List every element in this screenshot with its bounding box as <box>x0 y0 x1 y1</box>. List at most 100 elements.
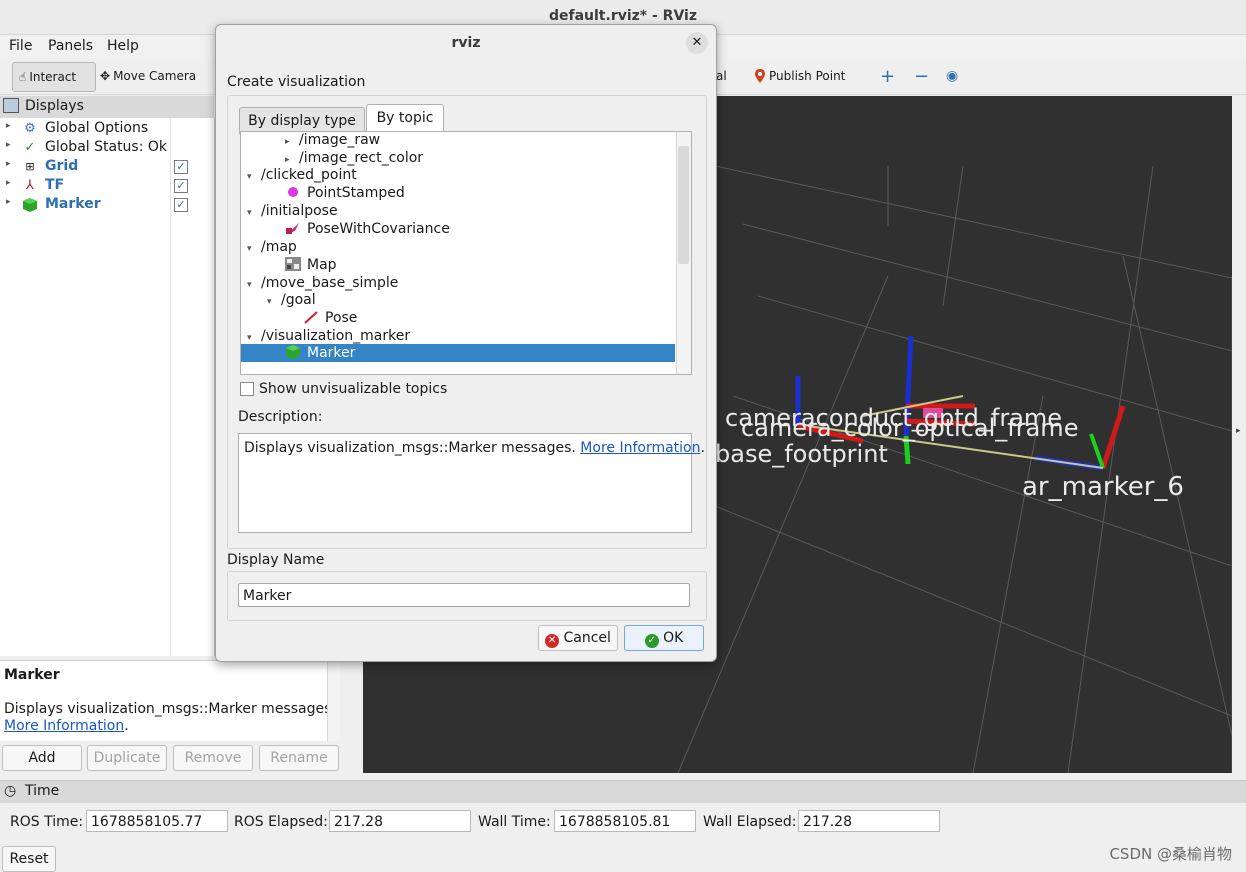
ok-label: OK <box>663 630 684 646</box>
ros-time-field[interactable]: 1678858105.77 <box>86 810 228 832</box>
cube-icon <box>22 197 38 213</box>
point-icon <box>285 185 301 199</box>
reset-button[interactable]: Reset <box>2 846 56 872</box>
close-icon[interactable]: ✕ <box>686 32 708 54</box>
show-unvisualizable-label: Show unvisualizable topics <box>259 381 448 397</box>
marker-enabled-checkbox[interactable]: ✓ <box>174 198 188 212</box>
gear-icon: ⚙ <box>24 121 36 136</box>
watermark-text: CSDN @桑榆肖物 <box>1109 845 1232 863</box>
remove-button[interactable]: Remove <box>173 745 253 771</box>
expand-icon[interactable]: ▸ <box>6 140 11 150</box>
ok-button[interactable]: ✓ OK <box>624 625 704 651</box>
topic-label: /move_base_simple <box>261 275 399 291</box>
display-name-label: Display Name <box>227 552 325 568</box>
topic-node-image-rect-color[interactable]: ▸/image_rect_color <box>285 150 423 168</box>
expand-icon[interactable]: ▸ <box>285 155 299 165</box>
tab-by-display-type[interactable]: By display type <box>239 107 365 134</box>
topic-node-map[interactable]: ▾/map <box>247 239 297 257</box>
plus-icon[interactable]: + <box>880 62 895 90</box>
topic-node-goal[interactable]: ▾/goal <box>267 292 316 310</box>
expand-icon[interactable]: ▸ <box>6 197 11 207</box>
grid-enabled-checkbox[interactable]: ✓ <box>174 160 188 174</box>
goal-label: al <box>716 69 727 83</box>
display-item-global-status[interactable]: ▸ ✓ Global Status: Ok <box>0 139 214 158</box>
collapse-icon[interactable]: ▾ <box>247 333 261 343</box>
expand-icon[interactable]: ▸ <box>6 121 11 131</box>
display-name-input[interactable]: Marker <box>238 583 690 607</box>
expand-icon[interactable]: ▸ <box>6 159 11 169</box>
topic-node-move-base-simple[interactable]: ▾/move_base_simple <box>247 275 398 293</box>
display-node-marker-selected[interactable]: Marker <box>285 345 355 363</box>
collapse-icon[interactable]: ▾ <box>267 297 281 307</box>
description-scrollbar[interactable] <box>327 661 340 741</box>
display-item-label: Grid <box>45 158 79 174</box>
description-box: Displays visualization_msgs::Marker mess… <box>238 433 705 533</box>
rename-button[interactable]: Rename <box>259 745 339 771</box>
topic-node-clicked-point[interactable]: ▾/clicked_point <box>247 167 357 185</box>
ros-elapsed-field[interactable]: 217.28 <box>329 810 471 832</box>
display-item-label: Marker <box>45 196 101 212</box>
scrollbar-thumb[interactable] <box>678 146 689 264</box>
collapse-icon[interactable]: ▾ <box>247 280 261 290</box>
topic-node-visualization-marker[interactable]: ▾/visualization_marker <box>247 328 410 346</box>
clock-icon: ◷ <box>4 783 17 799</box>
display-item-marker[interactable]: ▸ Marker ✓ <box>0 196 214 215</box>
ros-time-label: ROS Time: <box>10 814 84 830</box>
wall-time-label: Wall Time: <box>478 814 551 830</box>
topic-node-image-raw[interactable]: ▸/image_raw <box>285 132 380 150</box>
checkmark-icon: ✓ <box>24 140 36 155</box>
collapse-icon[interactable]: ▾ <box>247 208 261 218</box>
minus-icon[interactable]: − <box>914 62 929 90</box>
ground-grid <box>677 165 1232 773</box>
move-camera-button[interactable]: ✥ Move Camera <box>100 62 196 90</box>
tf-enabled-checkbox[interactable]: ✓ <box>174 179 188 193</box>
cancel-icon: ✕ <box>545 634 560 648</box>
monitor-icon <box>3 98 19 113</box>
wall-elapsed-field[interactable]: 217.28 <box>798 810 940 832</box>
goal-button[interactable]: al <box>716 62 727 90</box>
pose-covariance-icon <box>285 221 301 235</box>
move-camera-icon: ✥ <box>100 69 111 83</box>
display-type-label: PoseWithCovariance <box>307 221 450 237</box>
show-unvisualizable-checkbox[interactable] <box>240 382 254 396</box>
topic-node-initialpose[interactable]: ▾/initialpose <box>247 203 338 221</box>
collapse-icon[interactable]: ▾ <box>247 172 261 182</box>
topic-label: /image_raw <box>299 132 381 148</box>
more-information-link[interactable]: More Information <box>4 718 124 734</box>
display-item-global-options[interactable]: ▸ ⚙ Global Options <box>0 120 214 139</box>
menu-panels[interactable]: Panels <box>48 38 93 54</box>
dialog-description-text: Displays visualization_msgs::Marker mess… <box>244 440 576 456</box>
display-type-label: Map <box>307 257 337 273</box>
cancel-button[interactable]: ✕ Cancel <box>538 625 618 651</box>
tf-axes-icon: ⅄ <box>26 178 34 193</box>
map-icon <box>285 257 301 271</box>
add-button[interactable]: Add <box>2 745 82 771</box>
display-node-map[interactable]: Map <box>285 257 337 275</box>
eye-icon[interactable]: ◉ <box>946 62 958 90</box>
expand-icon[interactable]: ▸ <box>6 178 11 188</box>
topic-tree-scrollbar[interactable] <box>676 132 691 374</box>
time-header: ◷ Time <box>0 780 1246 803</box>
display-item-label: TF <box>45 177 65 193</box>
menu-file[interactable]: File <box>9 38 32 54</box>
dialog-more-information-link[interactable]: More Information <box>580 440 700 456</box>
wall-time-field[interactable]: 1678858105.81 <box>554 810 696 832</box>
display-node-posewithcovariance[interactable]: PoseWithCovariance <box>285 221 450 239</box>
grid-icon: ⊞ <box>25 160 35 173</box>
publish-point-button[interactable]: Publish Point <box>754 62 845 90</box>
expand-right-icon[interactable]: ▸ <box>1236 426 1241 436</box>
collapse-icon[interactable]: ▾ <box>247 244 261 254</box>
topic-label: /clicked_point <box>261 167 357 183</box>
display-type-label: Pose <box>325 310 358 326</box>
topic-tree[interactable]: ▸/image_raw ▸/image_rect_color ▾/clicked… <box>240 131 692 375</box>
expand-icon[interactable]: ▸ <box>285 137 299 147</box>
display-node-pointstamped[interactable]: PointStamped <box>285 185 405 203</box>
description-text: Displays visualization_msgs::Marker mess… <box>4 701 336 717</box>
display-item-grid[interactable]: ▸ ⊞ Grid ✓ <box>0 158 214 177</box>
duplicate-button[interactable]: Duplicate <box>87 745 167 771</box>
menu-help[interactable]: Help <box>107 38 139 54</box>
tab-by-topic[interactable]: By topic <box>366 104 444 134</box>
display-node-pose[interactable]: Pose <box>303 310 357 328</box>
display-item-tf[interactable]: ▸ ⅄ TF ✓ <box>0 177 214 196</box>
interact-button[interactable]: ☝ Interact <box>12 62 96 92</box>
